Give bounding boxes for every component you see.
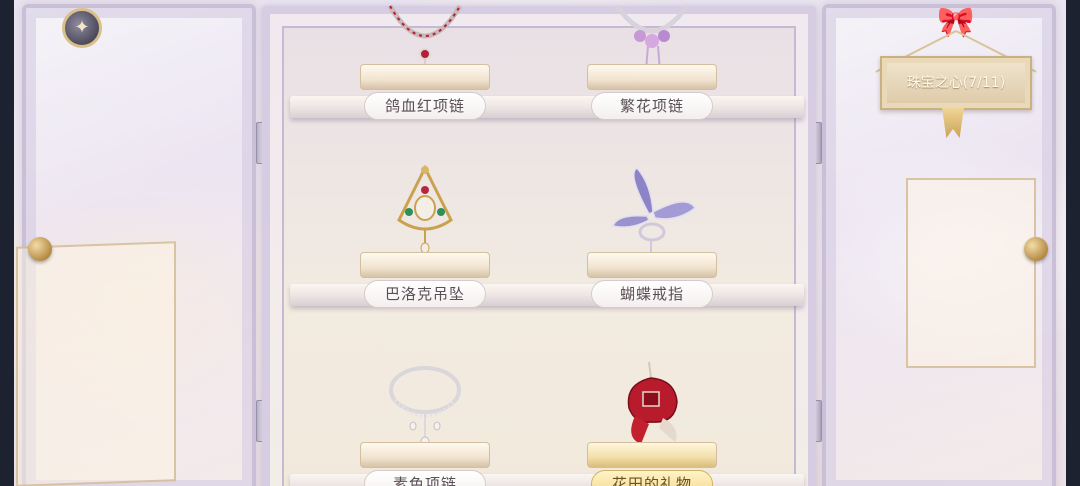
- pedestal: [587, 252, 717, 278]
- jewel-slot-plain-necklace[interactable]: 素色项链: [350, 334, 500, 486]
- item-label: 繁花项链: [591, 92, 713, 120]
- jewel-slot-rose-brooch[interactable]: 花田的礼物: [577, 334, 727, 486]
- plain-necklace-icon: [389, 366, 461, 448]
- ribbon-bow-icon: 🎀: [937, 5, 975, 40]
- item-label: 素色项链: [364, 470, 486, 486]
- screen-edge-right: [1066, 0, 1080, 486]
- item-label-selected: 花田的礼物: [591, 470, 713, 486]
- rose-brooch-icon: [627, 361, 678, 444]
- pedestal: [587, 442, 717, 468]
- item-label: 鸽血红项链: [364, 92, 486, 120]
- pedestal: [360, 442, 490, 468]
- jewel-slot-floral-necklace[interactable]: 繁花项链: [577, 0, 727, 120]
- pedestal: [360, 252, 490, 278]
- right-door-knob[interactable]: [1024, 237, 1048, 261]
- collection-title-plaque: 珠宝之心(7/11): [880, 56, 1032, 110]
- jewel-slot-butterfly-ring[interactable]: 蝴蝶戒指: [577, 144, 727, 308]
- item-label: 蝴蝶戒指: [591, 280, 713, 308]
- screen-edge-left: [0, 0, 14, 486]
- left-door-picture-frame: [16, 241, 176, 486]
- jewel-slot-ruby-necklace[interactable]: 鸽血红项链: [350, 0, 500, 120]
- baroque-pendant-icon: [397, 164, 453, 254]
- pedestal: [360, 64, 490, 90]
- left-door-knob[interactable]: [28, 237, 52, 261]
- jewel-slot-baroque-pendant[interactable]: 巴洛克吊坠: [350, 144, 500, 308]
- display-cabinet: [262, 6, 816, 486]
- pedestal: [587, 64, 717, 90]
- left-glass-door[interactable]: [16, 4, 256, 486]
- butterfly-ring-icon: [612, 167, 696, 252]
- compass-emblem-icon: ✦: [62, 8, 102, 48]
- collection-title: 珠宝之心(7/11): [906, 75, 1006, 91]
- right-door-picture-frame: [906, 178, 1036, 368]
- item-label: 巴洛克吊坠: [364, 280, 486, 308]
